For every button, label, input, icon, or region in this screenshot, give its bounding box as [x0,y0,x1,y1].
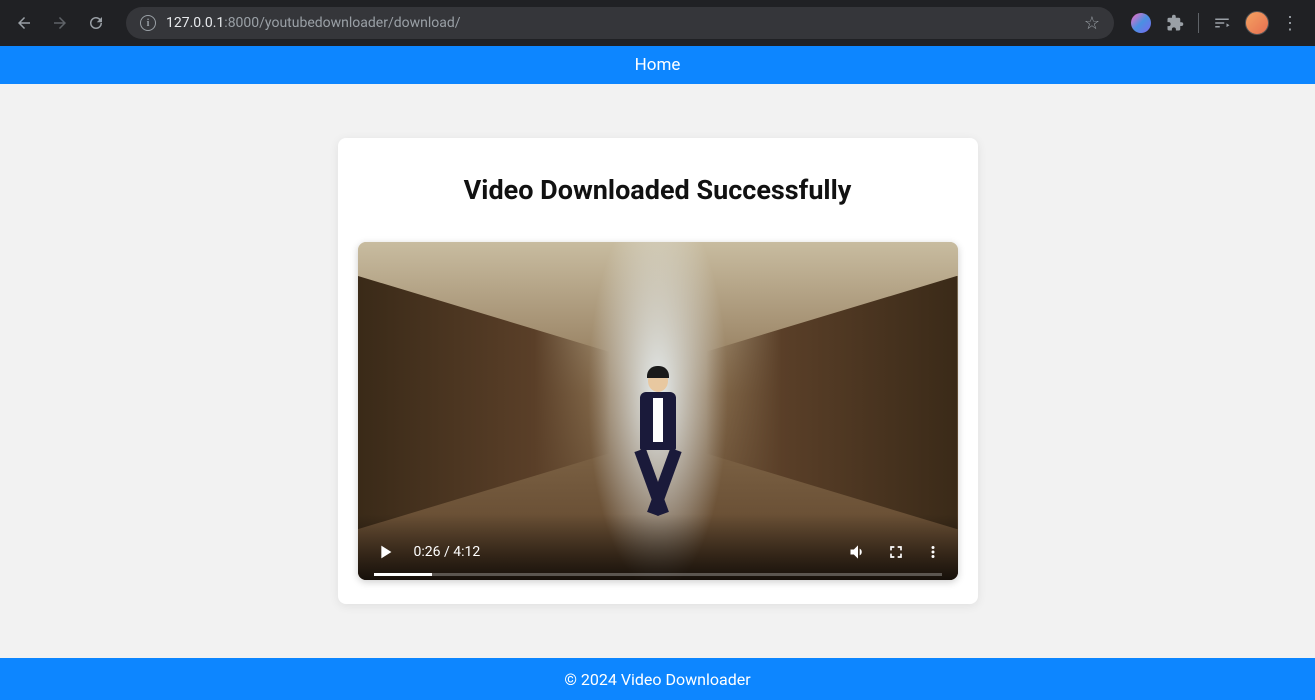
page-content: Home Video Downloaded Successfully [0,46,1315,700]
forward-button[interactable] [46,9,74,37]
video-player[interactable]: 0:26 / 4:12 [358,242,958,580]
back-button[interactable] [10,9,38,37]
nav-home-link[interactable]: Home [635,55,681,75]
url-text: 127.0.0.1:8000/youtubedownloader/downloa… [166,15,1074,31]
url-path: :8000/youtubedownloader/download/ [224,15,460,31]
video-figure [633,370,683,525]
fullscreen-button[interactable] [886,542,906,562]
media-control-icon[interactable] [1211,12,1233,34]
play-button[interactable] [374,541,396,563]
volume-button[interactable] [848,542,868,562]
url-host: 127.0.0.1 [166,15,224,31]
footer: © 2024 Video Downloader [0,658,1315,700]
top-navbar: Home [0,46,1315,84]
more-options-button[interactable] [924,543,942,561]
extensions-icon[interactable] [1164,12,1186,34]
video-time: 0:26 / 4:12 [414,544,481,560]
address-bar[interactable]: i 127.0.0.1:8000/youtubedownloader/downl… [126,7,1114,39]
page-title: Video Downloaded Successfully [358,174,958,206]
success-card: Video Downloaded Successfully 0:26 / 4:1… [338,138,978,604]
reload-button[interactable] [82,9,110,37]
divider [1198,13,1199,33]
bookmark-star-icon[interactable]: ☆ [1084,13,1100,34]
extension-brain-icon[interactable] [1130,12,1152,34]
video-progress-fill [374,573,433,576]
chrome-right-icons: ⋮ [1130,11,1305,35]
profile-avatar[interactable] [1245,11,1269,35]
video-progress-bar[interactable] [374,573,942,576]
footer-text: © 2024 Video Downloader [564,670,750,689]
site-info-icon[interactable]: i [140,15,156,31]
browser-chrome: i 127.0.0.1:8000/youtubedownloader/downl… [0,0,1315,46]
menu-dots-icon[interactable]: ⋮ [1281,13,1299,34]
main-area: Video Downloaded Successfully 0:26 / 4:1… [0,84,1315,658]
video-controls: 0:26 / 4:12 [358,514,958,580]
